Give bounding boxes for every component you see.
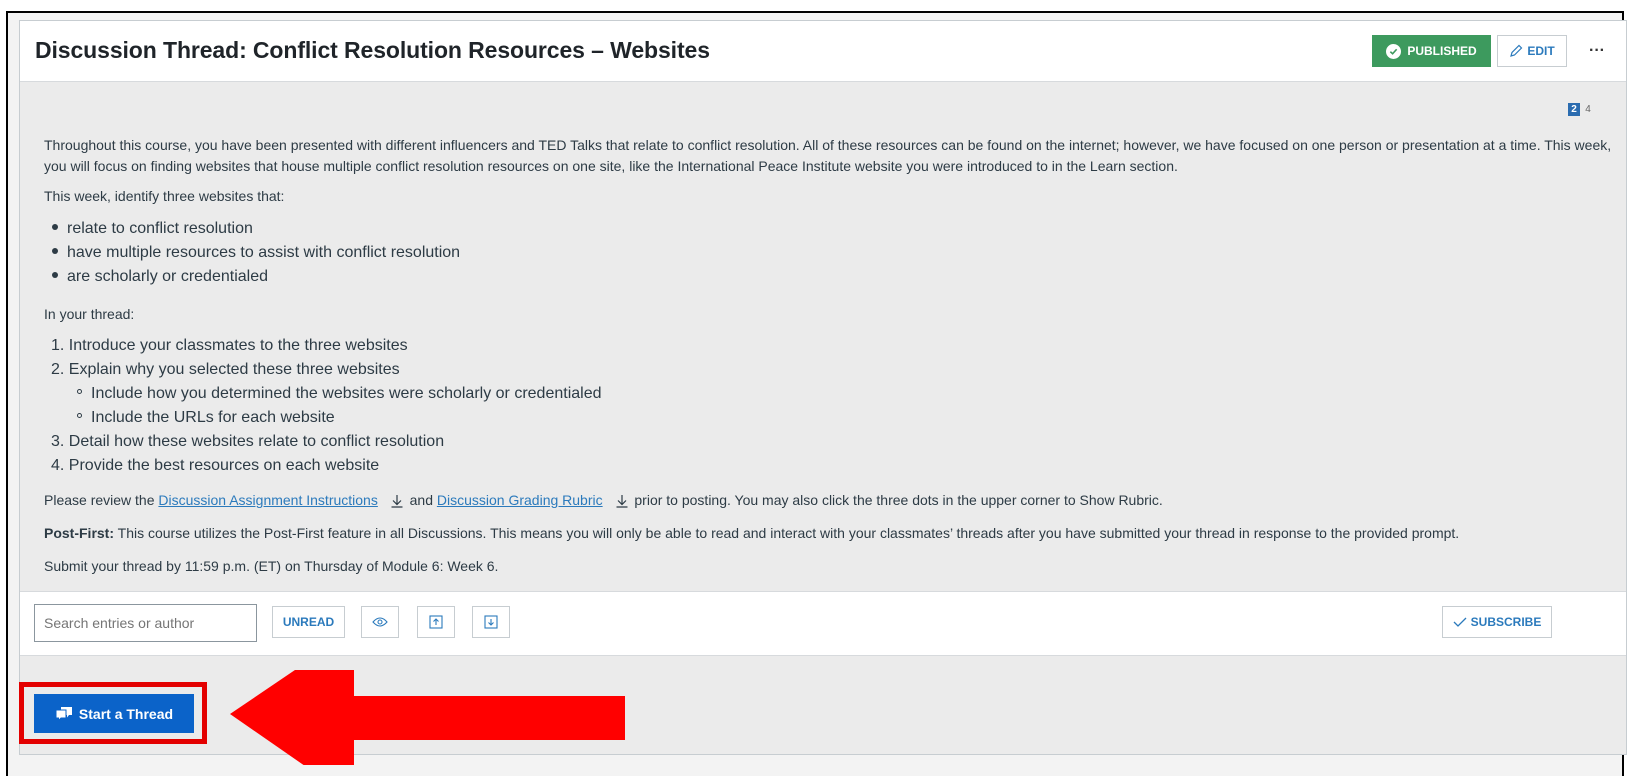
review-paragraph: Please review the Discussion Assignment … (44, 490, 1163, 511)
page-title: Discussion Thread: Conflict Resolution R… (35, 37, 710, 63)
review-and: and (409, 492, 433, 508)
discussion-card: Discussion Thread: Conflict Resolution R… (19, 20, 1627, 755)
step-item: 1. Introduce your classmates to the thre… (51, 337, 408, 354)
start-thread-label: Start a Thread (78, 705, 174, 722)
subscribe-label: SUBSCRIBE (1470, 615, 1542, 629)
list-item: have multiple resources to assist with c… (52, 244, 460, 262)
thread-heading: In your thread: (44, 306, 135, 322)
list-item: are scholarly or credentialed (52, 268, 268, 286)
list-item: relate to conflict resolution (52, 220, 253, 238)
substep-text: Include the URLs for each website (91, 409, 335, 426)
list-item-text: relate to conflict resolution (67, 220, 253, 237)
view-toggle-button[interactable] (361, 606, 399, 638)
step-item: 2. Explain why you selected these three … (51, 361, 400, 378)
published-button[interactable]: PUBLISHED (1372, 35, 1491, 67)
review-prefix: Please review the (44, 492, 155, 508)
search-input[interactable] (34, 604, 257, 642)
annotation-arrow (230, 670, 625, 765)
check-circle-icon (1386, 43, 1402, 59)
postfirst-label: Post-First: (44, 525, 114, 541)
bullet-icon (52, 271, 58, 278)
circle-bullet-icon (77, 413, 82, 419)
sort-up-icon (429, 615, 443, 629)
discussion-header: Discussion Thread: Conflict Resolution R… (20, 21, 1626, 82)
eye-icon (372, 617, 388, 627)
unread-label: UNREAD (282, 615, 335, 629)
circle-bullet-icon (77, 389, 82, 395)
substep-item: Include how you determined the websites … (77, 385, 602, 403)
edit-label: EDIT (1527, 44, 1555, 58)
postfirst-paragraph: Post-First: This course utilizes the Pos… (44, 523, 1459, 544)
badge-count-primary: 2 (1568, 103, 1580, 116)
list-item-text: are scholarly or credentialed (67, 268, 268, 285)
sort-down-icon (484, 615, 498, 629)
more-dots-icon: ··· (1589, 42, 1605, 59)
chat-bubbles-icon (55, 707, 72, 721)
unread-filter-button[interactable]: UNREAD (272, 606, 345, 638)
download-icon[interactable] (390, 494, 404, 508)
grading-rubric-link[interactable]: Discussion Grading Rubric (437, 492, 603, 508)
checkmark-icon (1453, 617, 1467, 627)
bullet-icon (52, 247, 58, 254)
review-suffix: prior to posting. You may also click the… (634, 492, 1163, 508)
page-badges: 2 4 (1568, 103, 1593, 116)
start-thread-button[interactable]: Start a Thread (34, 694, 194, 733)
substep-item: Include the URLs for each website (77, 409, 335, 427)
sort-descending-button[interactable] (472, 606, 510, 638)
subscribe-button[interactable]: SUBSCRIBE (1442, 606, 1552, 638)
step-item: 3. Detail how these websites relate to c… (51, 433, 445, 450)
edit-button[interactable]: EDIT (1497, 35, 1567, 67)
list-item-text: have multiple resources to assist with c… (67, 244, 461, 261)
download-icon[interactable] (615, 494, 629, 508)
pencil-icon (1510, 44, 1523, 57)
step-item: 4. Provide the best resources on each we… (51, 457, 380, 474)
assignment-instructions-link[interactable]: Discussion Assignment Instructions (158, 492, 377, 508)
bullet-icon (52, 223, 58, 230)
badge-count-secondary: 4 (1585, 104, 1591, 115)
substep-text: Include how you determined the websites … (91, 385, 602, 402)
identify-heading: This week, identify three websites that: (44, 188, 285, 204)
published-label: PUBLISHED (1407, 44, 1477, 58)
postfirst-text: This course utilizes the Post-First feat… (114, 525, 1460, 541)
more-options-button[interactable]: ··· (1582, 35, 1612, 67)
discussion-toolbar: UNREAD SUBSCRIBE (20, 591, 1626, 656)
deadline-paragraph: Submit your thread by 11:59 p.m. (ET) on… (44, 558, 499, 574)
sort-ascending-button[interactable] (417, 606, 455, 638)
intro-paragraph: Throughout this course, you have been pr… (44, 137, 1612, 174)
